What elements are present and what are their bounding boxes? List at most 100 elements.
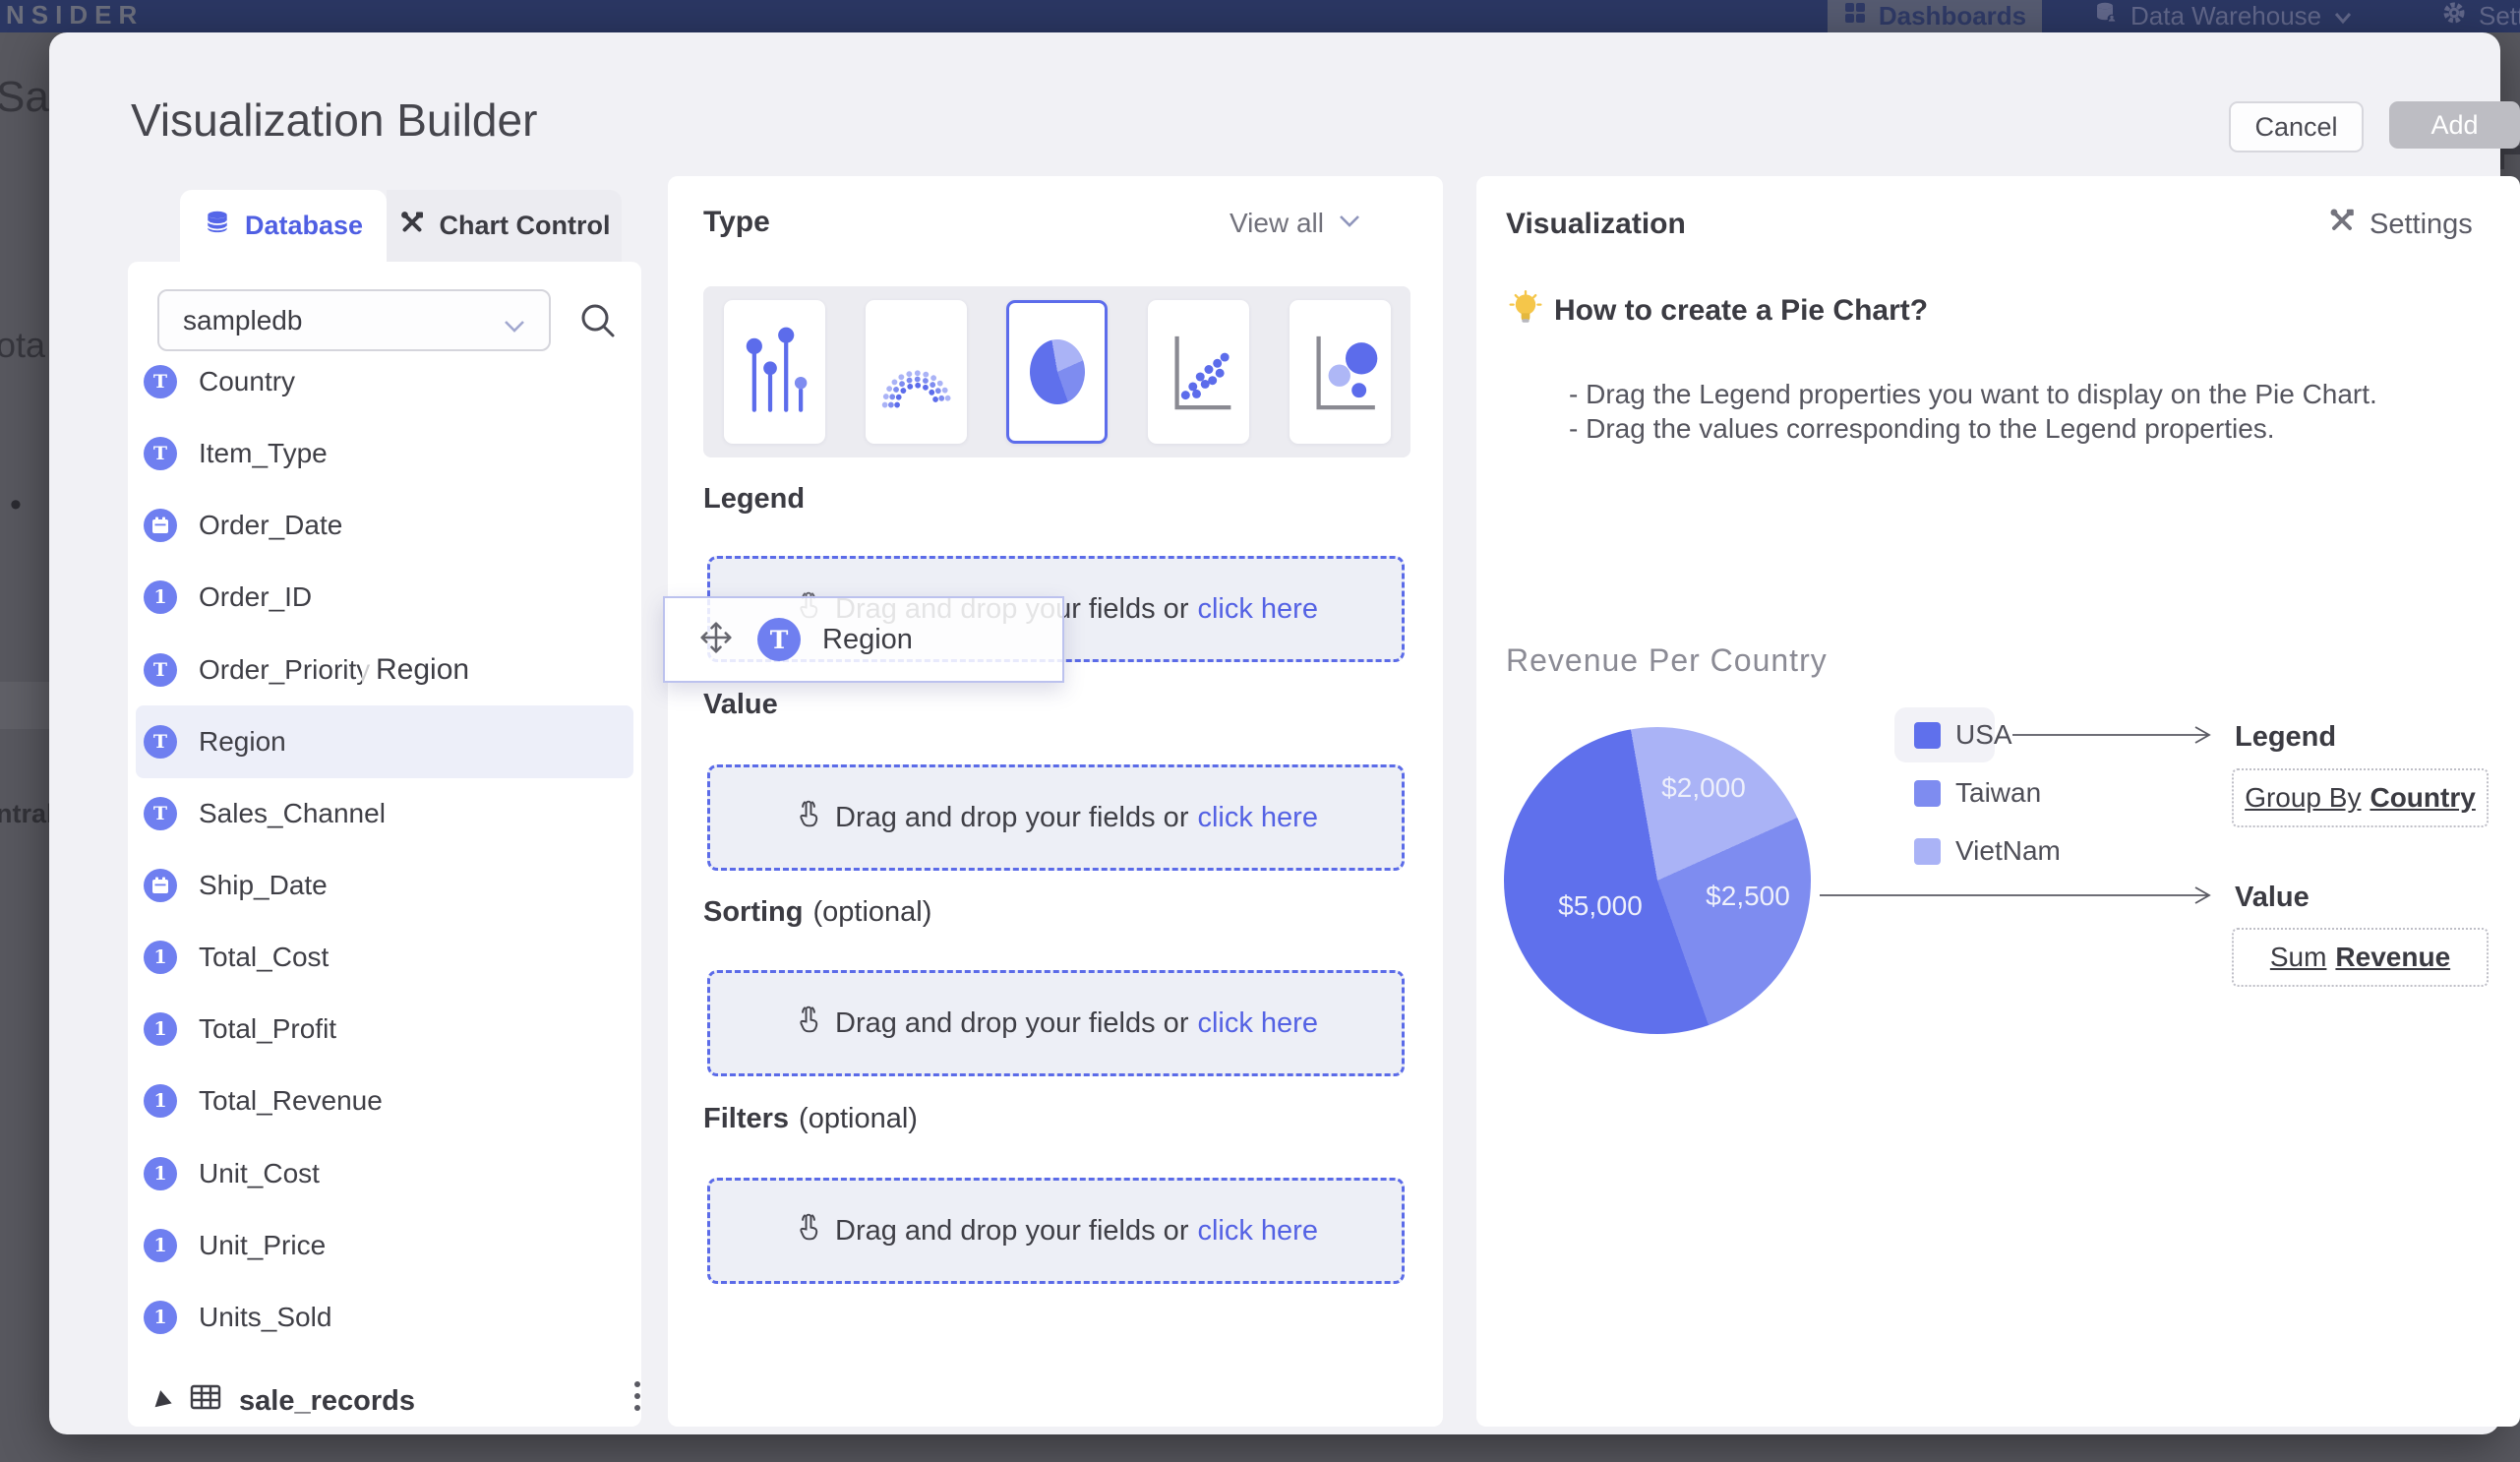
add-button[interactable]: Add (2389, 101, 2520, 149)
chart-type-pie-selected[interactable] (1006, 300, 1108, 444)
field-row[interactable]: 1Order_ID (144, 573, 312, 622)
field-row[interactable]: 1 Total_Profit (144, 1005, 336, 1054)
database-select-value: sampledb (183, 305, 302, 336)
text-type-icon: T (144, 653, 177, 687)
cancel-button[interactable]: Cancel (2229, 101, 2364, 152)
database-select[interactable]: sampledb (157, 289, 551, 351)
legend-swatch-vietnam (1914, 838, 1941, 865)
dropzone-click-here-link[interactable]: click here (1197, 1007, 1318, 1040)
search-icon[interactable] (576, 299, 620, 342)
dropzone-click-here-link[interactable]: click here (1197, 802, 1318, 834)
annotation-value-heading: Value (2235, 882, 2310, 914)
annotation-legend-heading: Legend (2235, 721, 2336, 754)
database-icon (204, 209, 231, 243)
field-label: Total_Profit (199, 1013, 336, 1045)
tab-label: Chart Control (440, 211, 611, 241)
legend-section-heading: Legend (703, 483, 814, 516)
filters-dropzone[interactable]: Drag and drop your fields or click here (707, 1178, 1405, 1284)
chart-type-scatter[interactable] (1148, 300, 1249, 444)
date-type-icon (144, 869, 177, 902)
number-type-icon: 1 (144, 1012, 177, 1046)
field-row[interactable]: T Item_Type (144, 429, 328, 478)
field-row[interactable]: 1Unit_Price (144, 1221, 326, 1270)
app-logo: NSIDER (6, 0, 144, 30)
nav-label: Data Warehouse (2130, 1, 2321, 31)
field-row[interactable]: Order_Date (144, 501, 342, 550)
sum-revenue-box[interactable]: Sum Revenue (2232, 928, 2489, 987)
tap-hand-icon (794, 1211, 823, 1250)
field-row-region[interactable]: TRegion (144, 717, 286, 766)
visualization-preview-panel: Visualization Settings How to create a P… (1476, 176, 2520, 1427)
field-row[interactable]: 1Total_Revenue (144, 1076, 383, 1126)
chart-type-bubble[interactable] (1290, 300, 1391, 444)
field-row[interactable]: Ship_Date (144, 861, 328, 910)
view-all-button[interactable]: View all (1230, 208, 1361, 239)
field-label: Units_Sold (199, 1302, 331, 1333)
legend-label-taiwan[interactable]: Taiwan (1955, 777, 2041, 809)
dropzone-click-here-link[interactable]: click here (1197, 1215, 1318, 1248)
filters-section-heading: Filters(optional) (703, 1103, 918, 1135)
tab-label: Database (245, 211, 363, 241)
value-dropzone[interactable]: Drag and drop your fields or click here (707, 764, 1405, 871)
group-by-label: Group By (2245, 782, 2361, 814)
field-label: Order_Date (199, 510, 342, 541)
table-row-sale-records[interactable]: sale_records (157, 1375, 630, 1427)
nav-item-data-warehouse[interactable]: Data Warehouse (2093, 0, 2353, 32)
tab-chart-control[interactable]: Chart Control (387, 190, 622, 262)
text-type-icon: T (757, 618, 801, 661)
chevron-down-icon (1338, 213, 1361, 234)
chart-type-strip (703, 286, 1410, 457)
view-all-label: View all (1230, 208, 1324, 239)
field-label: Total_Revenue (199, 1085, 383, 1117)
nav-item-settings[interactable]: Settings (2441, 0, 2520, 32)
field-row[interactable]: 1 Total_Cost (144, 933, 329, 982)
tap-hand-icon (794, 798, 823, 837)
text-type-icon: T (144, 365, 177, 398)
help-line: - Drag the Legend properties you want to… (1569, 379, 2377, 410)
text-type-icon: T (144, 437, 177, 470)
legend-label-usa[interactable]: USA (1955, 719, 2012, 751)
chevron-down-icon (502, 311, 527, 342)
dropzone-click-here-link[interactable]: click here (1197, 593, 1318, 626)
nav-item-dashboards[interactable]: Dashboards (1828, 0, 2042, 32)
pie-icon (1030, 339, 1085, 404)
sorting-dropzone[interactable]: Drag and drop your fields or click here (707, 970, 1405, 1076)
lightbulb-icon (1508, 290, 1543, 333)
chevron-down-icon (2333, 1, 2353, 31)
sorting-section-heading: Sorting(optional) (703, 896, 931, 929)
field-row[interactable]: TOrder_Priority (144, 645, 370, 695)
tab-database[interactable]: Database (180, 190, 387, 262)
field-label: Total_Cost (199, 942, 329, 973)
help-line: - Drag the values corresponding to the L… (1569, 413, 2275, 445)
field-row[interactable]: TCountry (144, 357, 295, 406)
drag-ghost-region: Region (362, 635, 641, 705)
kebab-menu-icon[interactable] (634, 1381, 640, 1411)
expand-triangle-icon[interactable] (155, 1390, 175, 1412)
field-row[interactable]: TSales_Channel (144, 789, 386, 838)
drag-chip-region[interactable]: T Region (663, 596, 1064, 683)
bg-bullet: • (10, 486, 22, 524)
settings-button[interactable]: Settings (2327, 206, 2473, 243)
drag-chip-label: Region (822, 624, 913, 656)
number-type-icon: 1 (144, 941, 177, 974)
bg-band (0, 682, 49, 729)
chart-type-lollipop[interactable] (724, 300, 825, 444)
group-by-country-box[interactable]: Group By Country (2232, 768, 2489, 827)
field-label: Item_Type (199, 438, 328, 469)
dashboard-grid-icon (1843, 1, 1867, 31)
value-section-heading: Value (703, 689, 788, 721)
pie-label-vietnam: $2,000 (1661, 772, 1746, 804)
field-row[interactable]: 1Units_Sold (144, 1293, 331, 1342)
date-type-icon (144, 509, 177, 542)
nav-label: Dashboards (1879, 1, 2026, 31)
gear-icon (2441, 0, 2467, 32)
nav-label: Settings (2479, 1, 2520, 31)
database-fields-panel: sampledb TCountry TItem_Type Order_Date … (128, 262, 641, 1427)
modal-title: Visualization Builder (131, 93, 537, 147)
legend-label-vietnam[interactable]: VietNam (1955, 835, 2061, 867)
settings-label: Settings (2370, 209, 2473, 241)
field-row[interactable]: 1Unit_Cost (144, 1149, 320, 1198)
field-label: Unit_Cost (199, 1158, 320, 1189)
pie-label-taiwan: $2,500 (1706, 881, 1790, 912)
chart-type-arc-dots[interactable] (866, 300, 967, 444)
